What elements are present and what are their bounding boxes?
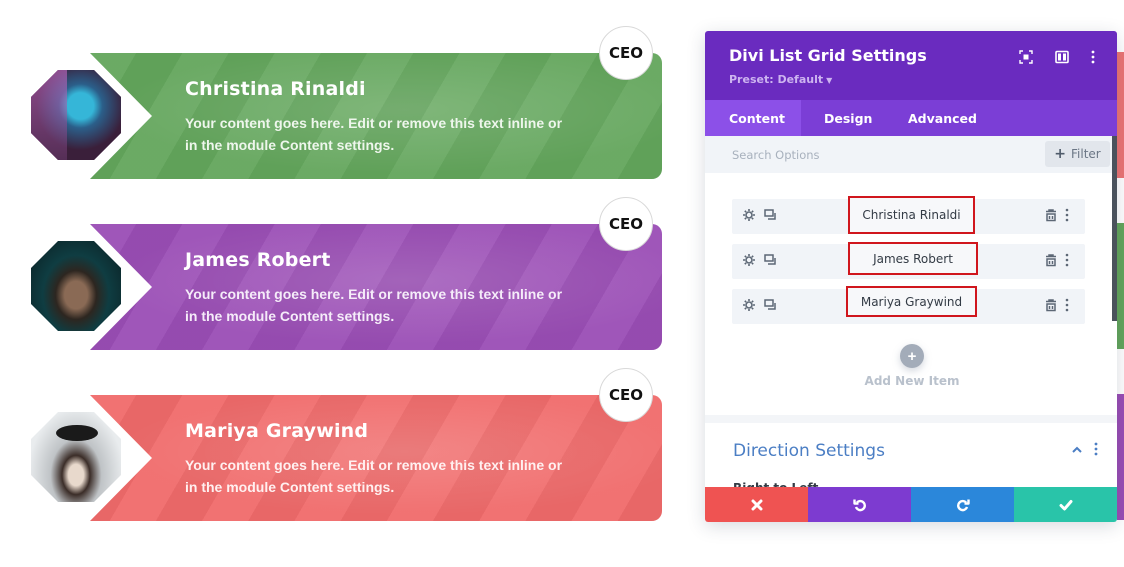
- item-title[interactable]: Christina Rinaldi: [848, 196, 975, 234]
- card-banner: James Robert Your content goes here. Edi…: [90, 224, 662, 350]
- team-member-card: James Robert Your content goes here. Edi…: [0, 197, 680, 371]
- member-name: Mariya Graywind: [185, 420, 369, 442]
- background-card-edge: [1117, 394, 1124, 520]
- direction-settings-heading[interactable]: Direction Settings: [733, 441, 885, 461]
- background-card-edge: [1117, 52, 1124, 178]
- redo-icon: [956, 499, 970, 511]
- trash-icon[interactable]: [1044, 253, 1060, 269]
- filter-label: Filter: [1071, 147, 1101, 161]
- avatar: [31, 70, 121, 160]
- team-member-card: Christina Rinaldi Your content goes here…: [0, 26, 680, 200]
- member-description: Your content goes here. Edit or remove t…: [185, 457, 563, 495]
- trash-icon[interactable]: [1044, 298, 1060, 314]
- preset-dropdown[interactable]: Preset: Default ▼: [729, 73, 832, 86]
- item-title[interactable]: James Robert: [848, 242, 978, 275]
- module-items-list: Christina Rinaldi James Robert Mariya Gr…: [732, 196, 1085, 334]
- tab-advanced[interactable]: Advanced: [888, 100, 977, 136]
- duplicate-icon[interactable]: [764, 208, 780, 224]
- add-new-item-label: Add New Item: [864, 374, 960, 388]
- save-button[interactable]: [1014, 487, 1117, 522]
- duplicate-icon[interactable]: [764, 253, 780, 269]
- search-options-input[interactable]: [705, 136, 1035, 173]
- team-member-card: Mariya Graywind Your content goes here. …: [0, 368, 680, 542]
- check-icon: [1059, 499, 1072, 510]
- gear-icon[interactable]: [742, 208, 758, 224]
- undo-icon: [852, 499, 866, 511]
- caret-down-icon: ▼: [826, 76, 833, 85]
- section-divider: [705, 415, 1117, 423]
- card-banner: Mariya Graywind Your content goes here. …: [90, 395, 662, 521]
- list-item[interactable]: Mariya Graywind: [732, 286, 1085, 324]
- gear-icon[interactable]: [742, 298, 758, 314]
- close-icon: [751, 499, 762, 510]
- tab-design[interactable]: Design: [801, 100, 888, 136]
- list-item[interactable]: Christina Rinaldi: [732, 196, 1085, 234]
- member-description: Your content goes here. Edit or remove t…: [185, 286, 563, 324]
- role-badge: CEO: [599, 26, 653, 80]
- panel-tabs: Content Design Advanced: [705, 100, 1117, 136]
- trash-icon[interactable]: [1044, 208, 1060, 224]
- settings-panel: Divi List Grid Settings Preset: Default ▼…: [705, 31, 1117, 522]
- filter-button[interactable]: + Filter: [1045, 141, 1110, 167]
- avatar: [31, 412, 121, 502]
- member-name: Christina Rinaldi: [185, 78, 366, 100]
- focus-mode-icon[interactable]: [1018, 49, 1034, 65]
- undo-button[interactable]: [808, 487, 911, 522]
- item-more-icon[interactable]: [1065, 298, 1075, 314]
- panel-header[interactable]: Divi List Grid Settings Preset: Default ▼: [705, 31, 1117, 100]
- split-view-icon[interactable]: [1054, 49, 1070, 65]
- member-name: James Robert: [185, 249, 331, 271]
- gear-icon[interactable]: [742, 253, 758, 269]
- member-description: Your content goes here. Edit or remove t…: [185, 115, 563, 153]
- item-title[interactable]: Mariya Graywind: [846, 286, 977, 317]
- avatar: [31, 241, 121, 331]
- card-banner: Christina Rinaldi Your content goes here…: [90, 53, 662, 179]
- scrollbar[interactable]: [1112, 136, 1117, 321]
- background-card-edge: [1117, 223, 1124, 349]
- tab-content[interactable]: Content: [705, 100, 801, 136]
- role-badge: CEO: [599, 197, 653, 251]
- plus-icon: +: [900, 344, 924, 368]
- search-row: + Filter: [705, 136, 1117, 173]
- role-badge: CEO: [599, 368, 653, 422]
- section-more-icon[interactable]: [1094, 442, 1102, 458]
- cancel-button[interactable]: [705, 487, 808, 522]
- panel-footer: [705, 487, 1117, 522]
- redo-button[interactable]: [911, 487, 1014, 522]
- more-options-icon[interactable]: [1085, 49, 1101, 65]
- plus-icon: +: [1054, 146, 1066, 162]
- list-item[interactable]: James Robert: [732, 242, 1085, 279]
- chevron-up-icon[interactable]: [1070, 443, 1084, 457]
- duplicate-icon[interactable]: [764, 298, 780, 314]
- add-new-item-button[interactable]: + Add New Item: [851, 344, 973, 388]
- panel-title: Divi List Grid Settings: [729, 46, 927, 65]
- preset-label: Preset: Default: [729, 73, 824, 86]
- item-more-icon[interactable]: [1065, 208, 1075, 224]
- item-more-icon[interactable]: [1065, 253, 1075, 269]
